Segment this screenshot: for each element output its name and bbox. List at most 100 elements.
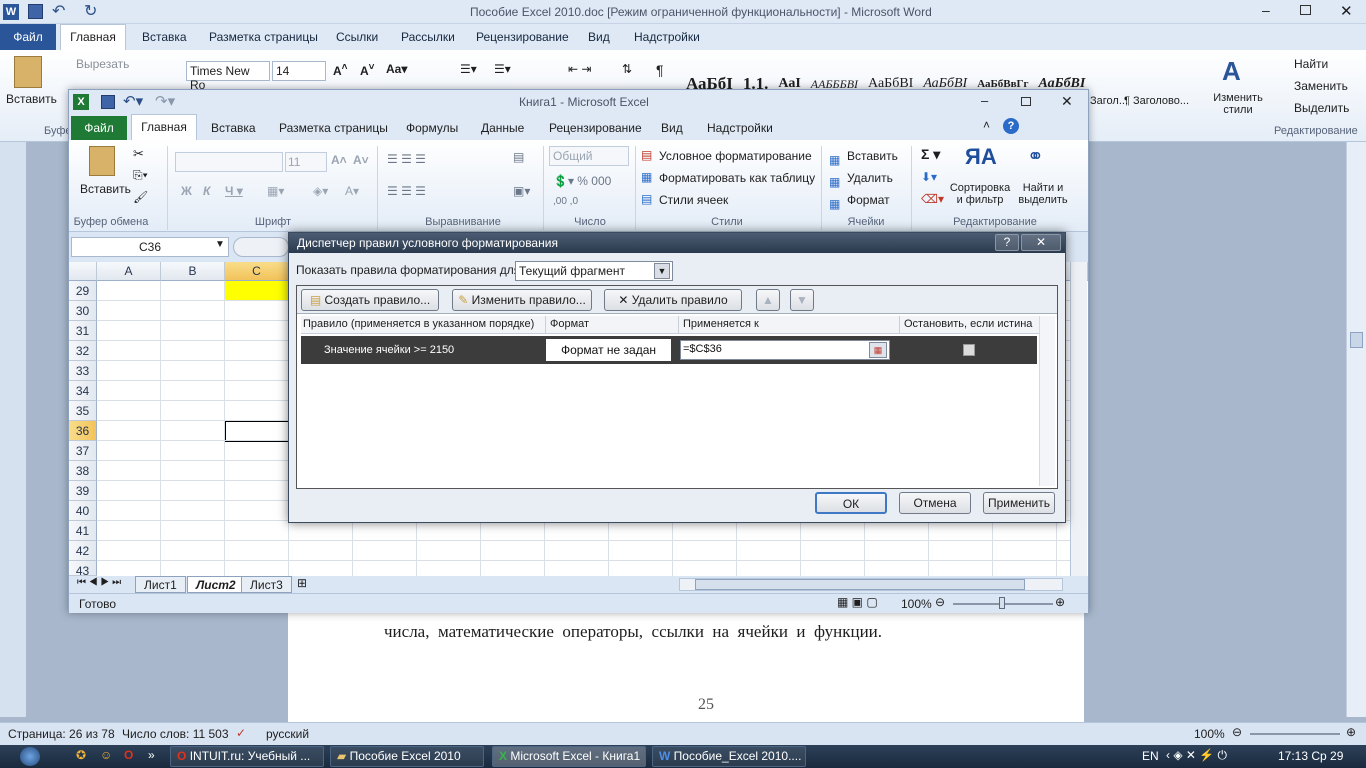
excel-tab-data[interactable]: Данные: [481, 121, 524, 135]
currency-icon[interactable]: 💲▾ % 000: [553, 174, 611, 188]
column-header-c[interactable]: C: [225, 262, 289, 281]
spelling-icon[interactable]: ✓: [236, 726, 246, 740]
new-sheet-icon[interactable]: ⊞: [297, 576, 307, 590]
find-select-button[interactable]: Найти и выделить: [1015, 182, 1071, 206]
cell-styles-icon[interactable]: ▤: [641, 192, 652, 206]
word-grow-font-icon[interactable]: A˄: [333, 62, 348, 78]
yellow-cell[interactable]: [225, 281, 289, 301]
excel-tab-review[interactable]: Рецензирование: [549, 121, 642, 135]
row-header[interactable]: 33: [69, 361, 97, 381]
paste-icon[interactable]: [89, 146, 115, 176]
bold-icon[interactable]: Ж: [181, 184, 192, 198]
zoom-out-icon[interactable]: ⊖: [1232, 725, 1242, 739]
normal-view-icon[interactable]: ▦ ▣ ▢: [837, 595, 878, 609]
applies-to-field[interactable]: =$C$36 ▦: [680, 340, 890, 360]
number-format-box[interactable]: Общий: [549, 146, 629, 166]
excel-tab-formulas[interactable]: Формулы: [406, 121, 458, 135]
word-select[interactable]: Выделить: [1294, 101, 1349, 115]
word-change-styles[interactable]: Изменить стили: [1210, 92, 1266, 116]
minimize-icon[interactable]: ‒: [981, 93, 988, 108]
word-sort-icon[interactable]: ⇅: [622, 62, 632, 76]
excel-vertical-scrollbar[interactable]: [1070, 262, 1087, 576]
paste-icon[interactable]: [14, 56, 42, 88]
underline-icon[interactable]: Ч ▾: [225, 184, 243, 198]
cancel-button[interactable]: Отмена: [899, 492, 971, 514]
cond-format-button[interactable]: Условное форматирование: [659, 149, 812, 163]
minimize-icon[interactable]: ‒: [1262, 2, 1270, 18]
dropdown-arrow-icon[interactable]: ▼: [654, 263, 670, 279]
delete-cells-button[interactable]: Удалить: [847, 171, 893, 185]
stop-if-true-checkbox[interactable]: [963, 344, 975, 356]
sort-filter-button[interactable]: Сортировка и фильтр: [947, 182, 1013, 206]
cond-format-icon[interactable]: ▤: [641, 148, 652, 162]
show-rules-select[interactable]: Текущий фрагмент ▼: [515, 261, 673, 281]
sheet-tab-active[interactable]: Лист2: [187, 576, 245, 593]
name-box-dropdown-icon[interactable]: ▼: [215, 239, 225, 250]
word-indent-icon[interactable]: ⇤ ⇥: [568, 62, 591, 76]
sort-filter-icon[interactable]: ЯА: [965, 144, 997, 170]
excel-tab-insert[interactable]: Вставка: [211, 121, 256, 135]
undo-icon[interactable]: ↶▾: [123, 92, 143, 110]
start-icon[interactable]: [20, 747, 40, 766]
insert-cells-button[interactable]: Вставить: [847, 149, 898, 163]
formula-input[interactable]: [233, 237, 289, 257]
row-header[interactable]: 31: [69, 321, 97, 341]
clear-icon[interactable]: ⌫▾: [921, 192, 944, 206]
word-zoom-level[interactable]: 100%: [1194, 727, 1225, 741]
autosum-icon[interactable]: Σ ▾: [921, 146, 940, 163]
format-painter-icon[interactable]: 🖌: [133, 190, 148, 204]
row-header[interactable]: 32: [69, 341, 97, 361]
opera-icon[interactable]: O: [124, 748, 133, 762]
word-paste-label[interactable]: Вставить: [6, 92, 57, 106]
format-cells-button[interactable]: Формат: [847, 193, 890, 207]
word-tab-refs[interactable]: Ссылки: [336, 27, 378, 50]
align-top-icon[interactable]: ☰ ☰ ☰: [387, 152, 426, 166]
taskbar-item[interactable]: ▰ Пособие Excel 2010: [330, 746, 484, 767]
word-shrink-font-icon[interactable]: A˅: [360, 62, 375, 78]
row-header[interactable]: 35: [69, 401, 97, 421]
language-indicator[interactable]: EN: [1142, 749, 1159, 763]
wrap-text-icon[interactable]: ▤: [513, 150, 524, 164]
row-header[interactable]: 39: [69, 481, 97, 501]
scroll-thumb[interactable]: [1350, 332, 1363, 348]
rule-row[interactable]: Значение ячейки >= 2150 Формат не задан …: [301, 336, 1037, 364]
sheet-nav-icon[interactable]: ⏮ ◀ ▶ ⏭: [77, 577, 121, 588]
word-cut-label[interactable]: Вырезать: [76, 57, 129, 71]
decimal-icon[interactable]: ,00 ,0: [553, 196, 578, 207]
zoom-in-icon[interactable]: ⊕: [1346, 725, 1356, 739]
word-tab-file[interactable]: Файл: [0, 24, 56, 50]
tray-icons[interactable]: ‹ ◈ ✕ ⚡ ⏻: [1166, 748, 1227, 763]
redo-icon[interactable]: ↷▾: [155, 92, 175, 110]
active-cell[interactable]: [224, 420, 290, 442]
word-page-count[interactable]: Страница: 26 из 78: [8, 727, 115, 741]
column-header-b[interactable]: B: [161, 262, 225, 281]
shrink-font-icon[interactable]: A˅: [353, 153, 369, 167]
help-button[interactable]: ?: [995, 234, 1019, 251]
name-box[interactable]: C36: [71, 237, 229, 257]
row-header[interactable]: 29: [69, 281, 97, 301]
undo-icon[interactable]: ↶: [52, 1, 65, 21]
excel-tab-addins[interactable]: Надстройки: [707, 121, 773, 135]
excel-tab-layout[interactable]: Разметка страницы: [279, 121, 388, 135]
borders-icon[interactable]: ▦▾: [267, 184, 284, 198]
quicklaunch-icon[interactable]: ✪: [76, 748, 86, 762]
select-all[interactable]: [69, 262, 97, 281]
word-tab-insert[interactable]: Вставка: [142, 27, 187, 50]
word-word-count[interactable]: Число слов: 11 503: [122, 727, 229, 741]
collapse-ribbon-icon[interactable]: ˄: [983, 118, 990, 132]
ok-button[interactable]: ОК: [815, 492, 887, 514]
sheet-tab[interactable]: Лист1: [135, 576, 186, 593]
fill-color-icon[interactable]: ◈▾: [313, 184, 328, 198]
change-styles-icon[interactable]: A: [1222, 56, 1241, 87]
format-table-icon[interactable]: ▦: [641, 170, 652, 184]
maximize-icon[interactable]: [1300, 5, 1311, 15]
word-replace[interactable]: Заменить: [1294, 79, 1348, 93]
word-vertical-scrollbar[interactable]: [1346, 142, 1366, 717]
format-table-button[interactable]: Форматировать как таблицу: [659, 171, 815, 185]
row-header[interactable]: 41: [69, 521, 97, 541]
row-header[interactable]: 37: [69, 441, 97, 461]
word-font-name[interactable]: Times New Ro: [186, 61, 270, 92]
close-icon[interactable]: ✕: [1061, 93, 1073, 110]
word-tab-layout[interactable]: Разметка страницы: [209, 27, 318, 50]
zoom-out-icon[interactable]: ⊖: [935, 595, 945, 609]
